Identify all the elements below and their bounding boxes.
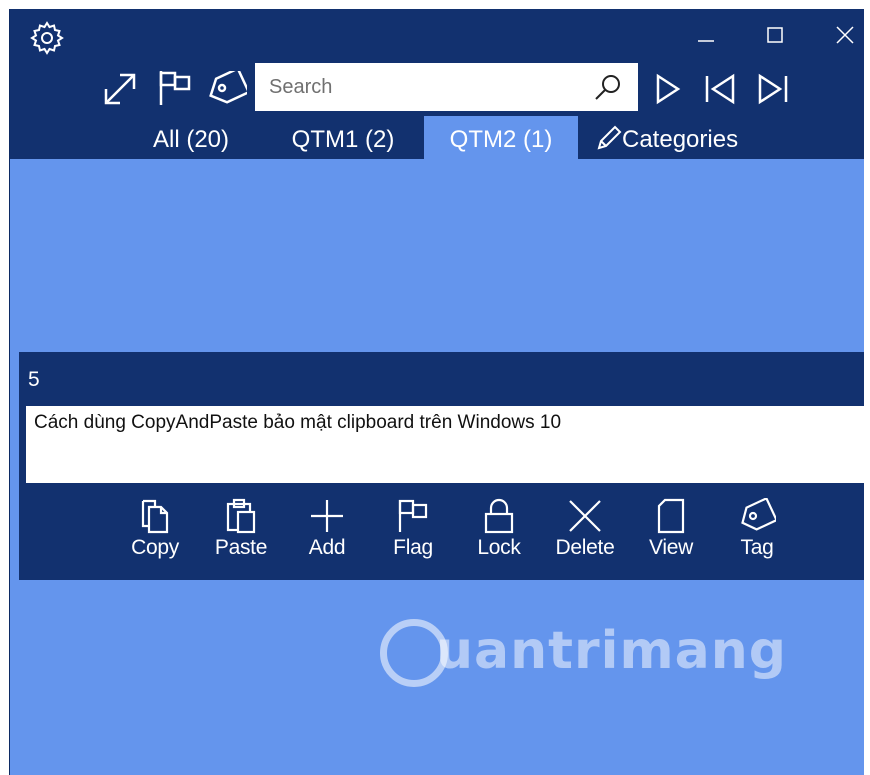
paste-label: Paste — [214, 536, 268, 559]
flag-icon — [374, 498, 452, 534]
flag-button[interactable]: Flag — [374, 498, 452, 560]
search-box — [255, 63, 638, 111]
clipboard-item-card[interactable]: 5 Cách dùng CopyAndPaste bảo mật clipboa… — [19, 352, 864, 580]
maximize-icon[interactable] — [767, 27, 783, 43]
minimize-icon[interactable] — [698, 39, 714, 43]
tab-qtm2-label: QTM2 (1) — [449, 126, 553, 153]
skip-previous-icon[interactable] — [703, 73, 737, 105]
play-icon[interactable] — [655, 73, 681, 105]
paste-button[interactable]: Paste — [202, 498, 280, 560]
search-input[interactable] — [255, 63, 575, 111]
view-icon — [632, 498, 710, 534]
gear-icon[interactable] — [30, 21, 64, 55]
expand-diagonal-icon[interactable] — [102, 71, 138, 107]
tab-categories[interactable]: Categories — [596, 116, 776, 159]
tab-all[interactable]: All (20) — [136, 116, 246, 159]
tag-icon — [718, 498, 796, 534]
tab-all-label: All (20) — [152, 126, 230, 153]
add-label: Add — [308, 536, 346, 559]
copy-button[interactable]: Copy — [116, 498, 194, 560]
view-button[interactable]: View — [632, 498, 710, 560]
watermark-logo: uantrimang — [380, 615, 786, 695]
add-icon — [288, 498, 366, 534]
search-icon[interactable] — [594, 73, 622, 106]
tag-button[interactable]: Tag — [718, 498, 796, 560]
delete-label: Delete — [555, 536, 615, 559]
flag-icon[interactable] — [158, 69, 192, 107]
lock-button[interactable]: Lock — [460, 498, 538, 560]
copy-label: Copy — [131, 536, 179, 559]
add-button[interactable]: Add — [288, 498, 366, 560]
pencil-icon — [596, 120, 622, 168]
tab-qtm1[interactable]: QTM1 (2) — [278, 116, 408, 159]
item-content[interactable]: Cách dùng CopyAndPaste bảo mật clipboard… — [26, 406, 864, 483]
delete-button[interactable]: Delete — [546, 498, 624, 560]
skip-next-icon[interactable] — [756, 73, 790, 105]
watermark-text: uantrimang — [436, 621, 787, 681]
tag-label: Tag — [740, 536, 774, 559]
tab-categories-label: Categories — [622, 126, 739, 153]
view-label: View — [649, 536, 693, 559]
flag-label: Flag — [393, 536, 433, 559]
tag-icon[interactable] — [207, 71, 247, 105]
item-number: 5 — [28, 368, 40, 391]
close-icon[interactable] — [836, 26, 854, 44]
lock-label: Lock — [477, 536, 521, 559]
paste-icon — [202, 498, 280, 534]
copy-icon — [116, 498, 194, 534]
app-window: All (20) QTM1 (2) QTM2 (1) Categories 5 … — [9, 9, 864, 775]
tab-qtm2[interactable]: QTM2 (1) — [424, 116, 578, 159]
lock-icon — [460, 498, 538, 534]
title-bar: All (20) QTM1 (2) QTM2 (1) Categories — [10, 9, 864, 159]
tab-qtm1-label: QTM1 (2) — [291, 126, 395, 153]
delete-icon — [546, 498, 624, 534]
